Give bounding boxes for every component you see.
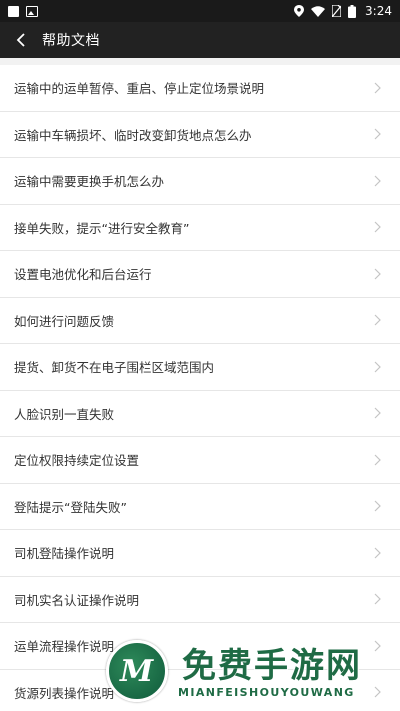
- help-list-item[interactable]: 运输中车辆损坏、临时改变卸货地点怎么办: [0, 112, 400, 158]
- help-item-label: 运输中车辆损坏、临时改变卸货地点怎么办: [14, 127, 252, 143]
- image-icon: [26, 5, 38, 17]
- help-list-item[interactable]: 司机实名认证操作说明: [0, 577, 400, 623]
- help-item-label: 设置电池优化和后台运行: [14, 267, 152, 283]
- chevron-right-icon: [374, 361, 381, 373]
- help-item-label: 定位权限持续定位设置: [14, 453, 140, 469]
- help-list-item[interactable]: 如何进行问题反馈: [0, 298, 400, 344]
- back-button[interactable]: [10, 29, 32, 51]
- chevron-right-icon: [374, 407, 381, 419]
- help-item-label: 运输中的运单暂停、重启、停止定位场景说明: [14, 81, 265, 97]
- status-time: 3:24: [365, 4, 392, 18]
- chevron-right-icon: [374, 593, 381, 605]
- help-list-item[interactable]: 司机登陆操作说明: [0, 530, 400, 577]
- wifi-icon: [311, 5, 326, 17]
- chevron-right-icon: [374, 686, 381, 698]
- chevron-right-icon: [374, 221, 381, 233]
- chevron-right-icon: [374, 500, 381, 512]
- chevron-right-icon: [374, 175, 381, 187]
- page-title: 帮助文档: [42, 33, 100, 49]
- status-bar: 3:24: [0, 0, 400, 22]
- help-item-label: 运输中需要更换手机怎么办: [14, 174, 165, 190]
- help-item-label: 提货、卸货不在电子围栏区域范围内: [14, 360, 215, 376]
- help-item-label: 货源列表操作说明: [14, 685, 115, 701]
- help-item-label: 登陆提示“登陆失败”: [14, 499, 127, 515]
- help-list-item[interactable]: 运单流程操作说明: [0, 623, 400, 670]
- chevron-right-icon: [374, 314, 381, 326]
- no-sim-icon: [332, 5, 342, 17]
- help-list-item[interactable]: 定位权限持续定位设置: [0, 437, 400, 484]
- help-item-label: 司机登陆操作说明: [14, 546, 115, 562]
- chevron-right-icon: [374, 640, 381, 652]
- help-item-label: 司机实名认证操作说明: [14, 592, 140, 608]
- chevron-right-icon: [374, 547, 381, 559]
- help-list-item[interactable]: 人脸识别一直失败: [0, 391, 400, 437]
- help-list-item[interactable]: 货源列表操作说明: [0, 670, 400, 711]
- location-icon: [294, 5, 305, 17]
- battery-icon: [348, 4, 357, 18]
- help-item-label: 人脸识别一直失败: [14, 406, 115, 422]
- chevron-right-icon: [374, 454, 381, 466]
- notification-icon: [8, 5, 19, 17]
- help-list-item[interactable]: 提货、卸货不在电子围栏区域范围内: [0, 344, 400, 391]
- chevron-left-icon: [16, 33, 25, 47]
- help-list-item[interactable]: 登陆提示“登陆失败”: [0, 484, 400, 530]
- chevron-right-icon: [374, 128, 381, 140]
- help-list-item[interactable]: 运输中需要更换手机怎么办: [0, 158, 400, 205]
- app-bar: 帮助文档: [0, 22, 400, 58]
- help-item-label: 运单流程操作说明: [14, 639, 115, 655]
- help-item-label: 如何进行问题反馈: [14, 313, 115, 329]
- help-list: 运输中的运单暂停、重启、停止定位场景说明 运输中车辆损坏、临时改变卸货地点怎么办运…: [0, 65, 400, 711]
- chevron-right-icon: [374, 82, 381, 94]
- chevron-right-icon: [374, 268, 381, 280]
- help-list-item[interactable]: 运输中的运单暂停、重启、停止定位场景说明: [0, 65, 400, 112]
- help-item-label: 接单失败，提示“进行安全教育”: [14, 220, 190, 236]
- help-list-item[interactable]: 设置电池优化和后台运行: [0, 251, 400, 298]
- help-list-item[interactable]: 接单失败，提示“进行安全教育”: [0, 205, 400, 251]
